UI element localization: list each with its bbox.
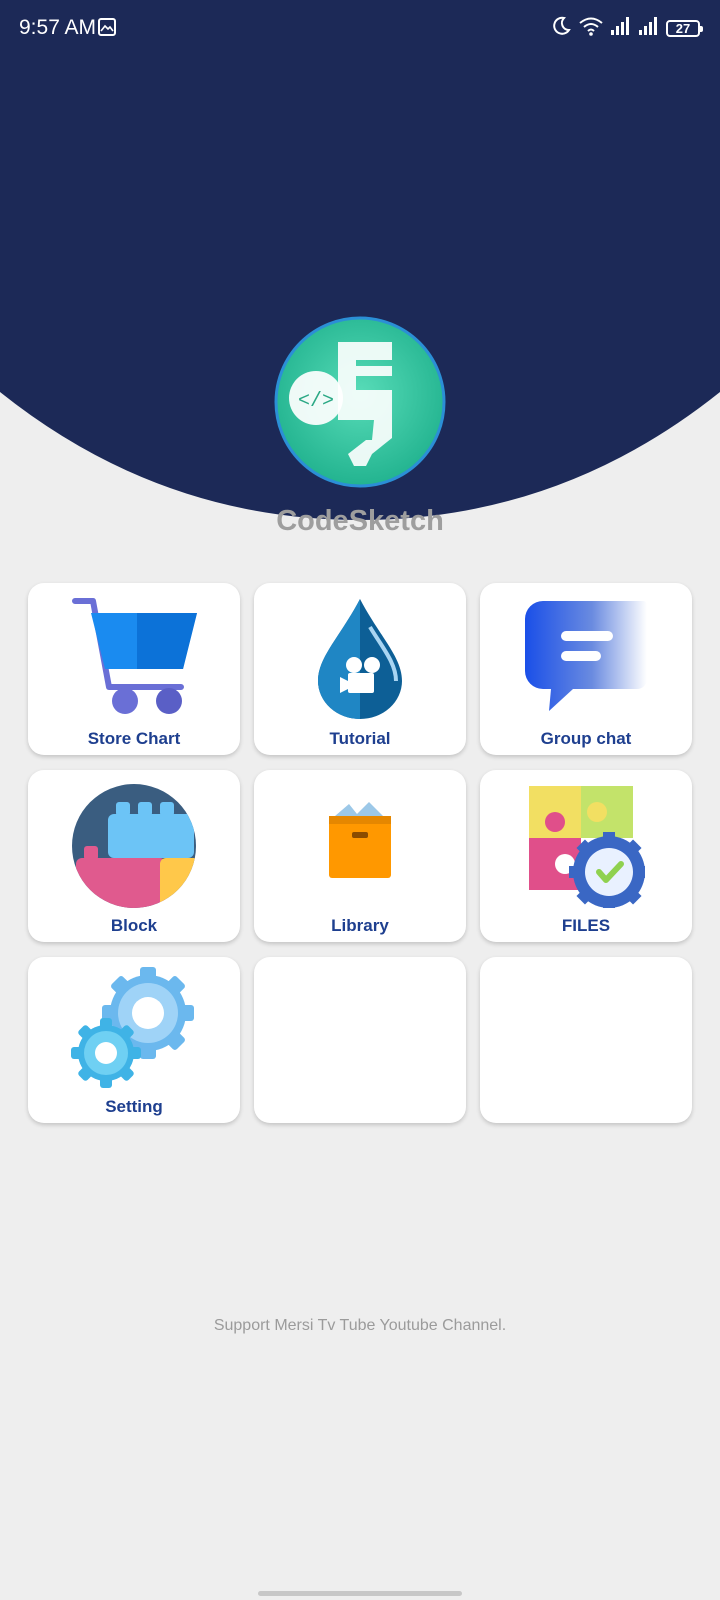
menu-label: FILES xyxy=(561,916,611,935)
home-indicator[interactable] xyxy=(258,1591,462,1596)
battery-icon: 27 xyxy=(666,19,703,37)
menu-card-empty-1[interactable] xyxy=(254,957,466,1123)
shopping-cart-icon xyxy=(28,597,240,717)
blocks-icon xyxy=(28,784,240,908)
moon-icon xyxy=(550,15,572,42)
menu-label: Library xyxy=(331,916,389,935)
status-icons: 27 xyxy=(550,15,703,42)
menu-label: Setting xyxy=(105,1097,163,1116)
menu-label: Tutorial xyxy=(329,729,391,748)
menu-card-setting[interactable]: Setting xyxy=(28,957,240,1123)
menu-label: Block xyxy=(110,916,158,935)
status-bar: 9:57 AM 27 xyxy=(0,0,720,56)
app-logo: </> xyxy=(274,316,446,488)
menu-card-tutorial[interactable]: Tutorial xyxy=(254,583,466,755)
video-drop-icon xyxy=(254,597,466,721)
signal-icon xyxy=(638,16,660,41)
status-time: 9:57 AM xyxy=(19,16,97,39)
app-title: CodeSketch xyxy=(276,505,444,537)
menu-card-block[interactable]: Block xyxy=(28,770,240,942)
box-icon xyxy=(254,800,466,880)
support-note: Support Mersi Tv Tube Youtube Channel. xyxy=(213,1317,507,1334)
menu-card-empty-2[interactable] xyxy=(480,957,692,1123)
gallery-icon xyxy=(98,18,116,36)
menu-label: Store Chart xyxy=(87,729,181,748)
wifi-icon xyxy=(578,16,604,41)
signal-icon xyxy=(610,16,632,41)
menu-card-files[interactable]: FILES xyxy=(480,770,692,942)
puzzle-gear-icon xyxy=(480,784,692,908)
menu-card-library[interactable]: Library xyxy=(254,770,466,942)
menu-card-store-chart[interactable]: Store Chart xyxy=(28,583,240,755)
svg-text:</>: </> xyxy=(298,390,334,413)
menu-card-group-chat[interactable]: Group chat xyxy=(480,583,692,755)
chat-bubble-icon xyxy=(480,599,692,717)
menu-label: Group chat xyxy=(540,729,632,748)
gears-icon xyxy=(28,963,240,1091)
